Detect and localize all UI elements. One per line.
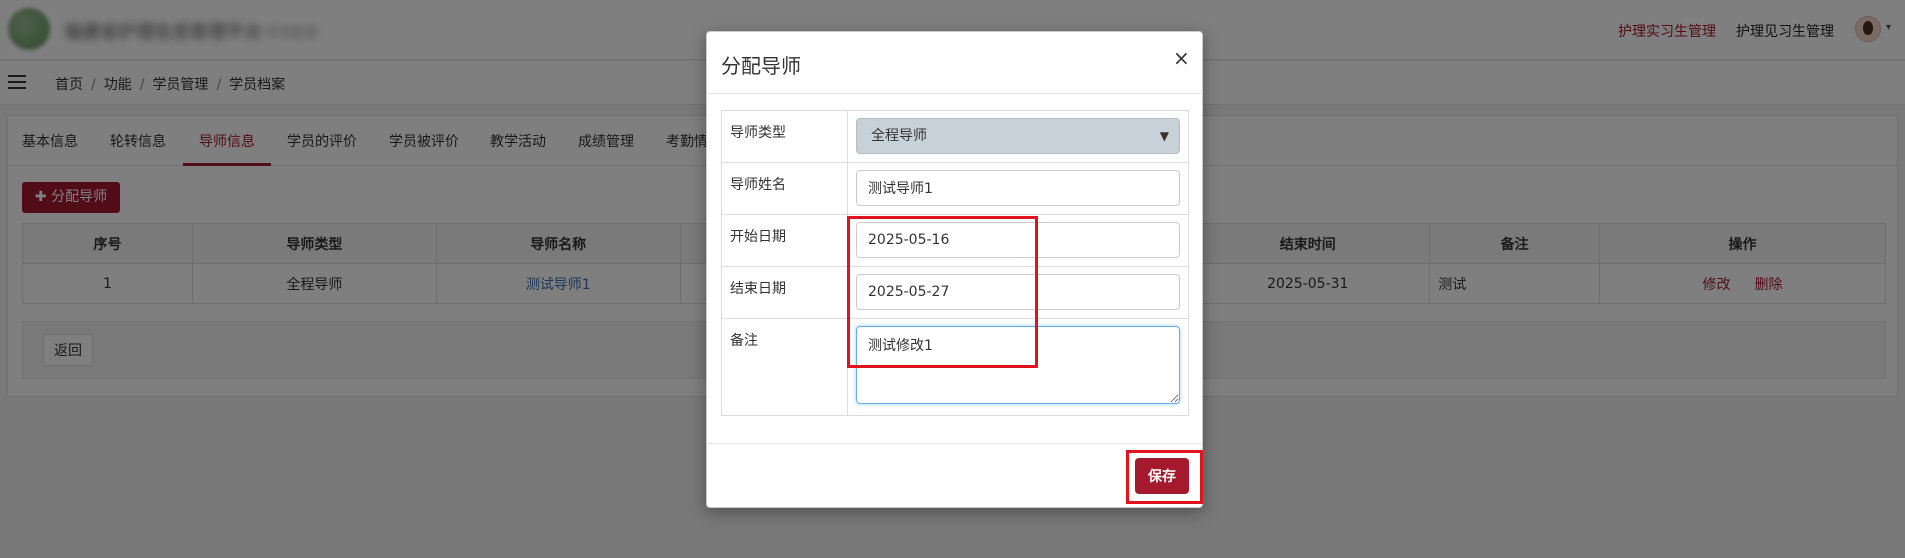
form-row-note: 备注 测试修改1 <box>721 318 1189 416</box>
modal-title: 分配导师 <box>721 54 801 78</box>
mentor-name-input[interactable] <box>856 170 1180 206</box>
note-label: 备注 <box>721 318 848 416</box>
save-button[interactable]: 保存 <box>1135 458 1189 494</box>
mentor-name-label: 导师姓名 <box>721 162 848 215</box>
start-date-label: 开始日期 <box>721 214 848 267</box>
form-row-name: 导师姓名 <box>721 162 1189 215</box>
form-row-start: 开始日期 <box>721 214 1189 267</box>
end-date-input[interactable] <box>856 274 1180 310</box>
mentor-type-select[interactable]: 全程导师 ▼ <box>856 118 1180 154</box>
modal-footer: 保存 <box>707 443 1202 509</box>
form-row-end: 结束日期 <box>721 266 1189 319</box>
start-date-input[interactable] <box>856 222 1180 258</box>
form-row-type: 导师类型 全程导师 ▼ <box>721 110 1189 163</box>
assign-mentor-modal: 分配导师 × 导师类型 全程导师 ▼ 导师姓名 开始日期 结束日期 备注 测试修改… <box>706 31 1203 508</box>
end-date-label: 结束日期 <box>721 266 848 319</box>
mentor-form: 导师类型 全程导师 ▼ 导师姓名 开始日期 结束日期 备注 测试修改1 <box>721 110 1189 416</box>
close-icon[interactable]: × <box>1173 48 1190 68</box>
mentor-type-label: 导师类型 <box>721 110 848 163</box>
note-textarea[interactable]: 测试修改1 <box>856 326 1180 404</box>
modal-header: 分配导师 × <box>707 32 1202 94</box>
chevron-down-icon: ▼ <box>1159 129 1169 143</box>
mentor-type-value: 全程导师 <box>871 128 927 144</box>
